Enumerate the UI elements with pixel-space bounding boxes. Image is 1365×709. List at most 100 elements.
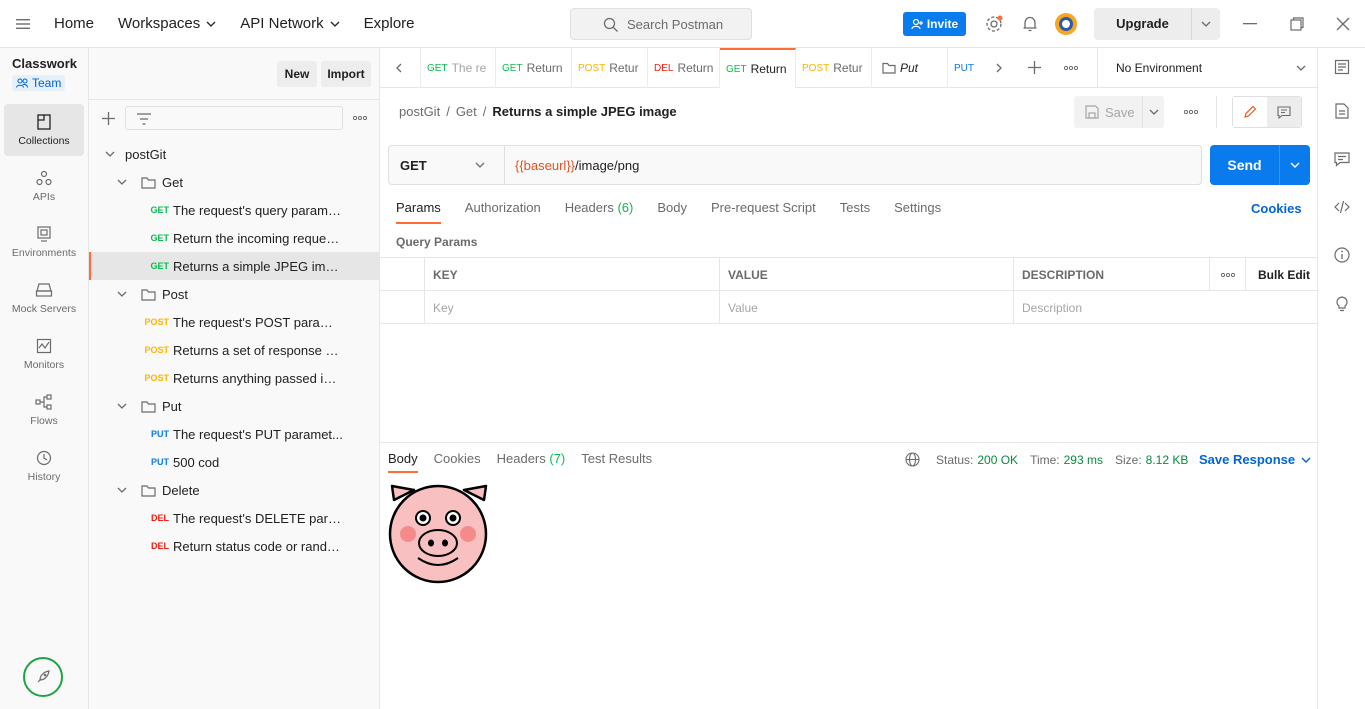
tab-body[interactable]: Body <box>657 200 687 224</box>
save-button[interactable]: Save <box>1074 96 1164 128</box>
response-tab-test-results[interactable]: Test Results <box>581 451 652 473</box>
rail-flows[interactable]: Flows <box>4 384 84 436</box>
tab-headers[interactable]: Headers (6) <box>565 200 634 224</box>
add-icon[interactable] <box>102 112 115 125</box>
rail-apis[interactable]: APIs <box>4 160 84 212</box>
tab-params[interactable]: Params <box>396 200 441 224</box>
edit-icon[interactable] <box>1233 97 1267 127</box>
bell-icon[interactable] <box>1018 12 1042 36</box>
request-row[interactable]: POST Returns anything passed in ... <box>89 364 379 392</box>
import-button[interactable]: Import <box>321 61 371 87</box>
chevron-left-icon[interactable] <box>396 63 402 73</box>
breadcrumb-folder[interactable]: Get <box>456 104 477 119</box>
url-input[interactable]: {{baseurl}}/image/png <box>505 158 639 173</box>
nav-explore[interactable]: Explore <box>364 15 415 32</box>
add-tab-icon[interactable] <box>1028 61 1041 74</box>
request-tab[interactable]: DEL Return <box>648 48 720 88</box>
more-icon[interactable] <box>1209 258 1245 291</box>
globe-icon[interactable] <box>905 452 920 467</box>
environment-select[interactable]: No Environment <box>1097 48 1317 88</box>
bulk-edit-button[interactable]: Bulk Edit <box>1245 258 1317 291</box>
chevron-down-icon[interactable] <box>1192 21 1220 27</box>
response-tab-headers[interactable]: Headers (7) <box>497 451 566 473</box>
filter-input[interactable] <box>125 106 343 130</box>
request-row[interactable]: POST Returns a set of response h... <box>89 336 379 364</box>
cookies-link[interactable]: Cookies <box>1251 201 1302 216</box>
invite-button[interactable]: Invite <box>903 12 966 36</box>
request-row[interactable]: GET Return the incoming reques... <box>89 224 379 252</box>
response-tab-cookies[interactable]: Cookies <box>434 451 481 473</box>
team-badge[interactable]: Team <box>12 75 66 91</box>
size-value[interactable]: 8.12 KB <box>1146 453 1189 467</box>
tab-tests[interactable]: Tests <box>840 200 870 224</box>
close-icon[interactable] <box>1331 12 1355 36</box>
avatar[interactable] <box>1054 12 1078 36</box>
lightbulb-icon[interactable] <box>1331 292 1353 314</box>
upgrade-button[interactable]: Upgrade <box>1094 8 1220 40</box>
method-select[interactable]: GET <box>389 146 505 184</box>
nav-workspaces[interactable]: Workspaces <box>118 15 216 32</box>
request-tab[interactable]: PUT <box>948 48 984 88</box>
search-input[interactable]: Search Postman <box>570 8 752 40</box>
request-tab[interactable]: GET The re <box>420 48 496 88</box>
description-input[interactable]: Description <box>1013 291 1317 324</box>
request-row[interactable]: GET The request's query parame... <box>89 196 379 224</box>
settings-icon[interactable] <box>982 12 1006 36</box>
save-options-chevron[interactable] <box>1142 96 1164 128</box>
key-input[interactable]: Key <box>424 291 719 324</box>
request-tab[interactable]: POST Retur <box>796 48 872 88</box>
tab-pre-request-script[interactable]: Pre-request Script <box>711 200 816 224</box>
environment-quicklook-icon[interactable] <box>1331 56 1353 78</box>
info-icon[interactable] <box>1331 244 1353 266</box>
folder-icon <box>141 400 156 413</box>
chevron-right-icon[interactable] <box>996 63 1002 73</box>
response-tab-body[interactable]: Body <box>388 451 418 473</box>
folder-row[interactable]: Put <box>89 392 379 420</box>
comments-icon[interactable] <box>1331 148 1353 170</box>
code-icon[interactable] <box>1331 196 1353 218</box>
send-button[interactable]: Send <box>1210 145 1310 185</box>
request-row[interactable]: POST The request's POST parame... <box>89 308 379 336</box>
request-row[interactable]: PUT 500 cod <box>89 448 379 476</box>
runner-button[interactable] <box>23 657 63 697</box>
send-options-chevron[interactable] <box>1280 162 1310 168</box>
folder-row[interactable]: Get <box>89 168 379 196</box>
folder-tab[interactable]: Put <box>872 48 948 88</box>
more-icon[interactable] <box>353 116 367 120</box>
value-input[interactable]: Value <box>719 291 1013 324</box>
rail-monitors[interactable]: Monitors <box>4 328 84 380</box>
restore-icon[interactable] <box>1285 12 1309 36</box>
request-row-selected[interactable]: GET Returns a simple JPEG image <box>89 252 379 280</box>
folder-row[interactable]: Post <box>89 280 379 308</box>
menu-icon[interactable] <box>0 0 46 48</box>
save-response-button[interactable]: Save Response <box>1199 452 1311 467</box>
rail-mock-servers[interactable]: Mock Servers <box>4 272 84 324</box>
status-value[interactable]: 200 OK <box>977 453 1018 467</box>
request-tab[interactable]: GET Return <box>496 48 572 88</box>
collection-row[interactable]: postGit <box>89 140 379 168</box>
request-tab-active[interactable]: GET Return <box>720 48 796 88</box>
folder-row[interactable]: Delete <box>89 476 379 504</box>
rail-history[interactable]: History <box>4 440 84 492</box>
minimize-icon[interactable] <box>1238 12 1262 36</box>
nav-api-network[interactable]: API Network <box>240 15 340 32</box>
breadcrumb-request[interactable]: Returns a simple JPEG image <box>492 104 676 119</box>
request-row[interactable]: DEL Return status code or rando... <box>89 532 379 560</box>
tab-authorization[interactable]: Authorization <box>465 200 541 224</box>
new-button[interactable]: New <box>277 61 317 87</box>
top-nav: Home Workspaces API Network Explore <box>54 15 439 32</box>
tab-settings[interactable]: Settings <box>894 200 941 224</box>
comment-icon[interactable] <box>1267 97 1301 127</box>
request-row[interactable]: PUT The request's PUT paramet... <box>89 420 379 448</box>
nav-home[interactable]: Home <box>54 15 94 32</box>
rail-environments[interactable]: Environments <box>4 216 84 268</box>
breadcrumb-collection[interactable]: postGit <box>399 104 440 119</box>
response-divider[interactable] <box>380 442 1317 443</box>
time-value[interactable]: 293 ms <box>1064 453 1103 467</box>
request-tab[interactable]: POST Retur <box>572 48 648 88</box>
more-icon[interactable] <box>1184 110 1198 114</box>
documentation-icon[interactable] <box>1331 100 1353 122</box>
more-icon[interactable] <box>1064 66 1078 70</box>
rail-collections[interactable]: Collections <box>4 104 84 156</box>
request-row[interactable]: DEL The request's DELETE para... <box>89 504 379 532</box>
